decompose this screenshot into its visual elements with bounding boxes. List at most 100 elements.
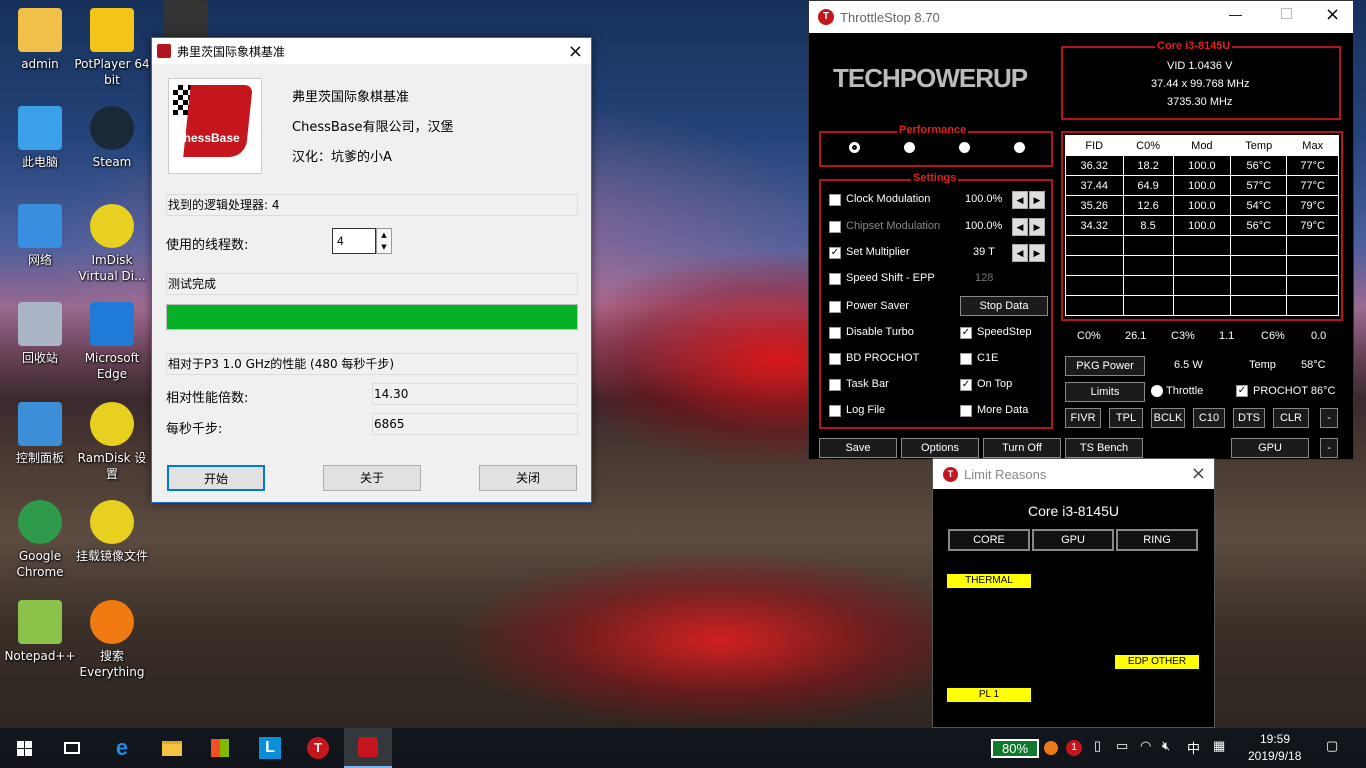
- desktop-icon-control-panel[interactable]: 控制面板: [0, 402, 80, 466]
- option-checkbox[interactable]: [829, 405, 841, 417]
- save-button[interactable]: Save: [819, 438, 897, 458]
- button-fivr[interactable]: FIVR: [1065, 408, 1101, 428]
- option-checkbox[interactable]: ✓: [960, 327, 972, 339]
- close-icon[interactable]: ×: [1191, 463, 1206, 484]
- button-dts[interactable]: DTS: [1233, 408, 1265, 428]
- stop-data-button[interactable]: Stop Data: [960, 296, 1048, 316]
- tray-throttlestop-badge[interactable]: 1: [1066, 740, 1082, 756]
- option-checkbox[interactable]: [829, 353, 841, 365]
- col-core[interactable]: CORE: [948, 529, 1030, 551]
- close-icon[interactable]: ×: [568, 41, 583, 62]
- limit-reasons-titlebar[interactable]: T Limit Reasons ×: [933, 459, 1214, 489]
- keyboard-grid-icon[interactable]: ▦: [1213, 738, 1225, 754]
- setting-checkbox[interactable]: [829, 221, 841, 233]
- col-gpu[interactable]: GPU: [1032, 529, 1114, 551]
- volume-muted-icon[interactable]: 🔇︎: [1162, 738, 1170, 754]
- temp-label: Temp: [1249, 359, 1276, 371]
- close-button[interactable]: 关闭: [479, 465, 577, 491]
- increase-arrow-icon[interactable]: ▶: [1029, 218, 1045, 236]
- button-tpl[interactable]: TPL: [1109, 408, 1143, 428]
- option-label: BD PROCHOT: [846, 352, 920, 364]
- option-checkbox[interactable]: ✓: [960, 379, 972, 391]
- button-clr[interactable]: CLR: [1273, 408, 1309, 428]
- table-cell: 36.32: [1065, 155, 1124, 176]
- desktop-icon-disk[interactable]: RamDisk 设置: [72, 402, 152, 482]
- decrease-arrow-icon[interactable]: ◀: [1012, 191, 1028, 209]
- option-checkbox[interactable]: [829, 379, 841, 391]
- minus-button[interactable]: -: [1320, 438, 1338, 458]
- setting-checkbox[interactable]: [829, 273, 841, 285]
- turn-off-button[interactable]: Turn Off: [983, 438, 1061, 458]
- desktop-icon-recycle-bin[interactable]: 回收站: [0, 302, 80, 366]
- decrease-arrow-icon[interactable]: ◀: [1012, 244, 1028, 262]
- desktop-icon-steam[interactable]: Steam: [72, 106, 152, 170]
- taskbar-explorer[interactable]: [148, 728, 196, 768]
- table-cell: 56°C: [1230, 215, 1288, 236]
- taskbar-edge[interactable]: e: [98, 728, 146, 768]
- taskbar-throttlestop[interactable]: T: [294, 728, 342, 768]
- desktop-icon-user-folder[interactable]: admin: [0, 8, 80, 72]
- about-button[interactable]: 关于: [323, 465, 421, 491]
- performance-radio-2[interactable]: [904, 142, 915, 153]
- ts-bench-button[interactable]: TS Bench: [1065, 438, 1143, 458]
- chessbase-titlebar[interactable]: 弗里茨国际象棋基准 ×: [152, 38, 591, 64]
- option-checkbox[interactable]: [960, 405, 972, 417]
- prochot-checkbox[interactable]: ✓: [1236, 385, 1248, 397]
- option-checkbox[interactable]: [829, 301, 841, 313]
- desktop-icon-edge[interactable]: Microsoft Edge: [72, 302, 152, 382]
- start-button[interactable]: 开始: [167, 465, 265, 491]
- button-c10[interactable]: C10: [1193, 408, 1225, 428]
- usb-icon[interactable]: ▯: [1094, 738, 1101, 754]
- table-row: [1065, 255, 1339, 276]
- setting-value: 128: [975, 272, 994, 284]
- maximize-icon[interactable]: [1281, 8, 1292, 19]
- performance-radio-1[interactable]: [849, 142, 860, 153]
- pkg-power-button[interactable]: PKG Power: [1065, 356, 1145, 376]
- setting-checkbox[interactable]: ✓: [829, 247, 841, 259]
- setting-value: 39 T: [973, 246, 995, 258]
- wifi-icon[interactable]: ◠: [1140, 738, 1151, 754]
- close-icon[interactable]: ×: [1325, 4, 1340, 25]
- notification-icon[interactable]: ▢: [1326, 738, 1338, 754]
- threads-stepper[interactable]: ▲ ▼: [376, 228, 392, 254]
- battery-icon[interactable]: ▭: [1116, 738, 1128, 754]
- desktop-icon-network[interactable]: 网络: [0, 204, 80, 268]
- taskbar-l-app[interactable]: L: [246, 728, 294, 768]
- desktop-icon-disk[interactable]: 挂载镜像文件: [72, 500, 152, 564]
- desktop-icon-chrome[interactable]: Google Chrome: [0, 500, 80, 580]
- performance-radio-4[interactable]: [1014, 142, 1025, 153]
- desktop-icon-disk[interactable]: ImDisk Virtual Di...: [72, 204, 152, 284]
- battery-percent[interactable]: 80%: [991, 739, 1039, 758]
- taskbar-store[interactable]: [196, 728, 244, 768]
- performance-radio-3[interactable]: [959, 142, 970, 153]
- options-button[interactable]: Options: [901, 438, 979, 458]
- increase-arrow-icon[interactable]: ▶: [1029, 191, 1045, 209]
- increase-arrow-icon[interactable]: ▶: [1029, 244, 1045, 262]
- table-header: FID: [1065, 135, 1124, 156]
- minimize-icon[interactable]: —: [1229, 7, 1242, 22]
- taskbar-chessbase[interactable]: [344, 728, 392, 768]
- button-bclk[interactable]: BCLK: [1151, 408, 1185, 428]
- start-button[interactable]: [0, 728, 48, 768]
- desktop-icon-notepadpp[interactable]: Notepad++: [0, 600, 80, 664]
- option-checkbox[interactable]: [829, 327, 841, 339]
- decrease-arrow-icon[interactable]: ◀: [1012, 218, 1028, 236]
- col-ring[interactable]: RING: [1116, 529, 1198, 551]
- desktop-icon-computer[interactable]: 此电脑: [0, 106, 80, 170]
- throttlestop-titlebar[interactable]: T ThrottleStop 8.70 — ×: [809, 1, 1353, 33]
- button-minus[interactable]: -: [1320, 408, 1338, 428]
- clock-date[interactable]: 2019/9/18: [1248, 749, 1301, 763]
- task-view-button[interactable]: [48, 728, 96, 768]
- threads-input[interactable]: [332, 228, 376, 254]
- gpu-button[interactable]: GPU: [1231, 438, 1309, 458]
- setting-checkbox[interactable]: [829, 194, 841, 206]
- tray-app-icon[interactable]: [1044, 741, 1058, 755]
- folder-icon: [162, 740, 182, 756]
- limits-button[interactable]: Limits: [1065, 382, 1145, 402]
- desktop-icon-potplayer[interactable]: PotPlayer 64 bit: [72, 8, 152, 88]
- option-checkbox[interactable]: [960, 353, 972, 365]
- clock-time[interactable]: 19:59: [1260, 732, 1290, 746]
- desktop-icon-label: Microsoft Edge: [84, 351, 140, 381]
- desktop-icon-everything[interactable]: 搜索 Everything: [72, 600, 152, 680]
- ime-indicator[interactable]: 中: [1187, 738, 1200, 757]
